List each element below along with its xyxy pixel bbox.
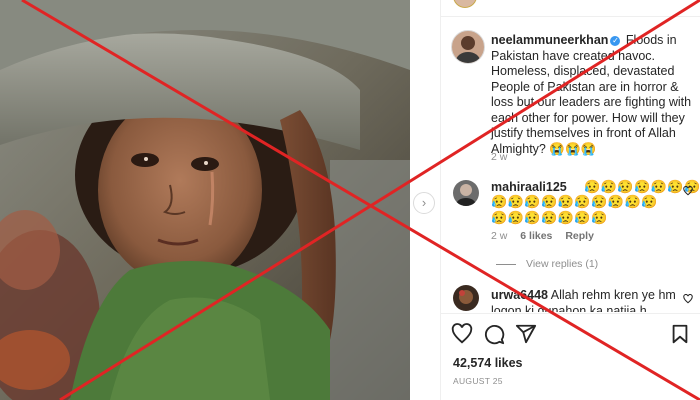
header-divider xyxy=(441,16,700,17)
photo-illustration xyxy=(0,0,410,400)
comment-icon[interactable] xyxy=(483,323,505,345)
comment-1-username[interactable]: mahiraali125 xyxy=(491,180,567,194)
chevron-right-icon: › xyxy=(421,195,427,210)
comment-2-like-heart-icon[interactable] xyxy=(683,294,693,304)
author-username[interactable]: neelammuneerkhan xyxy=(491,33,608,47)
comment-2-text-cont: logon ki gunahon ka natija h chud xyxy=(491,303,647,313)
caption-age: 2 w xyxy=(491,151,508,163)
share-icon[interactable] xyxy=(515,323,537,345)
reply-button[interactable]: Reply xyxy=(565,230,594,242)
post-sidebar: neelammuneerkhan ✓ Floods in Pakistan hav… xyxy=(440,0,700,400)
comment-1-likes[interactable]: 6 likes xyxy=(520,230,552,242)
post-date: AUGUST 25 xyxy=(453,376,503,386)
next-image-button[interactable]: › xyxy=(413,192,435,214)
view-replies-line xyxy=(496,263,516,265)
comment-avatar-image xyxy=(456,184,476,206)
comment-2-text: Allah rehm kren ye hm xyxy=(550,288,676,302)
comment-2: urwa6448 Allah rehm kren ye hm logon ki … xyxy=(491,288,676,312)
view-replies-label: View replies (1) xyxy=(526,258,599,270)
view-replies[interactable]: View replies (1) xyxy=(496,258,598,270)
author-avatar-image xyxy=(456,36,480,63)
caption-text: Floods in Pakistan have created havoc. H… xyxy=(491,33,692,156)
comment-2-username[interactable]: urwa6448 xyxy=(491,288,548,302)
author-avatar[interactable] xyxy=(451,30,485,64)
heart-icon[interactable] xyxy=(451,323,473,345)
comment-avatar[interactable] xyxy=(453,180,479,206)
header-avatar[interactable] xyxy=(453,0,477,8)
verified-badge-icon: ✓ xyxy=(610,36,621,46)
actions-divider xyxy=(441,313,700,314)
comment-1-meta: 2 w 6 likes Reply xyxy=(491,230,594,242)
post-image xyxy=(0,0,410,400)
bookmark-icon[interactable] xyxy=(669,323,691,345)
caption-emoji: 😭😭😭 xyxy=(549,141,597,156)
likes-count[interactable]: 42,574 likes xyxy=(453,356,523,370)
comment-1-age: 2 w xyxy=(491,230,508,242)
comment-2-avatar-image xyxy=(459,290,473,304)
post-caption: neelammuneerkhan ✓ Floods in Pakistan hav… xyxy=(491,33,696,157)
comment-like-heart-icon[interactable] xyxy=(683,186,693,196)
comment-1-emoji-line2: 😥😥😥😥😥😥😥😥😥😥😥😥😥😥😥😥😥 xyxy=(491,194,658,225)
comment-2-avatar[interactable] xyxy=(453,285,479,311)
